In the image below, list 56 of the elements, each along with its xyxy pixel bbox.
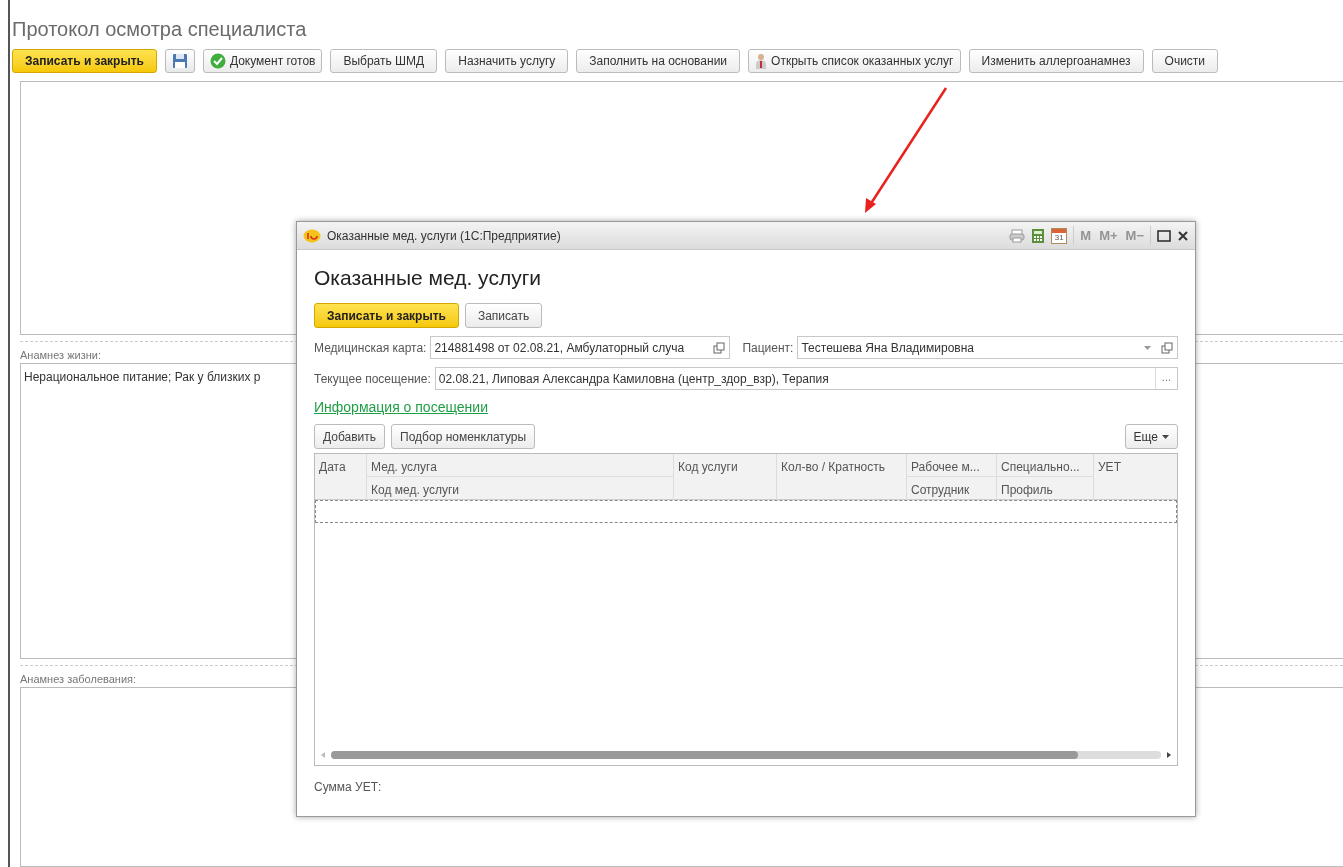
field-label: Пациент: [742,339,794,357]
column-header: Профиль [1000,482,1054,499]
save-close-button[interactable]: Записать и закрыть [314,303,459,328]
services-table[interactable]: Дата Мед. услуга Код мед. услуги Код услуги Кол-во / Кратность Рабочее м... Сотрудник Специально... Профиль УЕТ [314,453,1178,766]
form-title: Протокол осмотра специалиста [12,17,308,42]
dropdown-icon[interactable] [1144,345,1151,350]
check-icon [209,53,226,70]
column-header: Специально... [997,454,1093,477]
column-header: Кол-во / Кратность [780,459,886,476]
table-row[interactable] [315,500,1177,523]
text-value: Нерациональное питание; Рак у близких р [24,370,261,384]
open-icon[interactable] [1161,341,1173,354]
toolbar-button[interactable]: Заполнить на основании [576,49,741,74]
column-header: Код мед. услуги [370,482,460,499]
column-header: Код услуги [677,459,739,476]
column-header: Мед. услуга [367,454,673,477]
patient-field[interactable]: Тестешева Яна Владимировна [797,336,1178,359]
toolbar-button[interactable]: Выбрать ШМД [330,49,438,74]
window-title: Оказанные мед. услуги (1С:Предприятие) [327,227,561,245]
caret-icon [1162,434,1169,439]
field-label: Анамнез жизни: [20,348,101,363]
toolbar-button[interactable]: Документ готов [202,49,323,74]
field-label: Текущее посещение: [314,370,431,388]
dialog-heading: Оказанные мед. услуги [314,265,543,291]
more-button[interactable]: Еще [1124,424,1178,449]
column-header: Дата [318,459,347,476]
scroll-right-icon[interactable] [1167,752,1171,758]
close-icon[interactable] [1177,229,1189,242]
column-header: УЕТ [1097,459,1122,476]
field-label: Анамнез заболевания: [20,672,137,687]
calendar-icon[interactable]: 31 [1051,227,1068,244]
toolbar-button[interactable]: Изменить аллергоанамнез [968,49,1144,74]
visit-field[interactable]: 02.08.21, Липовая Александра Камиловна (центр_здор_взр), Терапия ... [434,367,1178,390]
person-icon [755,53,768,70]
table-button[interactable]: Добавить [314,424,386,449]
save-button[interactable] [164,49,195,74]
save-close-button[interactable]: Записать и закрыть [12,49,157,74]
visit-info-link[interactable]: Информация о посещении [314,397,488,418]
scroll-left-icon[interactable] [321,752,325,758]
choose-button[interactable]: ... [1154,368,1177,389]
column-header: Сотрудник [910,482,971,499]
maximize-icon[interactable] [1157,229,1171,242]
open-icon[interactable] [713,341,726,354]
print-icon[interactable] [1009,228,1026,243]
medical-card-field[interactable]: 214881498 от 02.08.21, Амбулаторный случа [430,336,731,359]
floppy-icon [171,53,188,70]
field-label: Медицинская карта: [314,339,427,357]
toolbar-button[interactable]: Открыть список оказанных услуг [748,49,961,74]
table-button[interactable]: Подбор номенклатуры [391,424,536,449]
total-label: Сумма УЕТ: [314,779,383,796]
calculator-icon[interactable] [1031,227,1046,244]
toolbar-button[interactable]: Назначить услугу [445,49,569,74]
save-button[interactable]: Записать [464,303,543,328]
column-header: Рабочее м... [907,454,996,477]
toolbar-button[interactable]: Очисти [1151,49,1219,74]
logo-icon [303,228,321,243]
